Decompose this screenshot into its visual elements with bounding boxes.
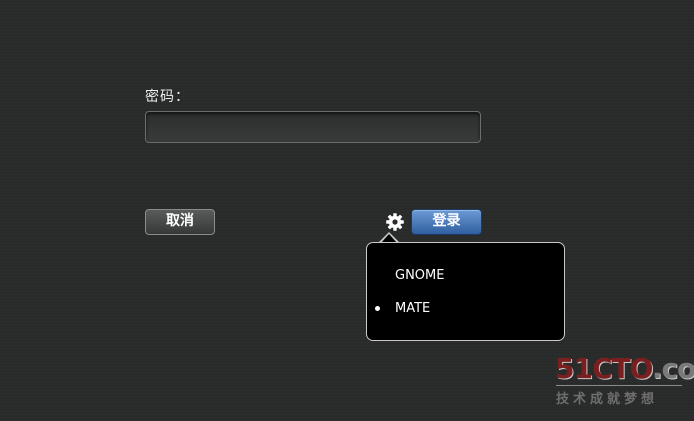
watermark-logo-main: 51CTO xyxy=(555,352,653,385)
session-item-gnome[interactable]: GNOME xyxy=(367,262,564,290)
session-item-label: GNOME xyxy=(395,268,445,283)
session-item-label: MATE xyxy=(395,301,431,316)
session-menu: GNOME MATE xyxy=(366,242,565,341)
password-label: 密码： xyxy=(145,89,190,105)
bullet-icon xyxy=(375,306,380,311)
watermark-logo: 51CTO.com xyxy=(555,352,694,385)
cancel-button[interactable]: 取消 xyxy=(145,209,215,235)
watermark: 51CTO.com 技术成就梦想 xyxy=(552,352,694,412)
watermark-tagline: 技术成就梦想 xyxy=(556,392,659,407)
watermark-logo-suffix: .com xyxy=(651,352,694,385)
session-item-mate[interactable]: MATE xyxy=(367,295,564,323)
password-input[interactable] xyxy=(145,111,481,143)
gear-icon[interactable] xyxy=(385,212,405,232)
login-button[interactable]: 登录 xyxy=(411,209,482,235)
watermark-divider xyxy=(556,385,682,386)
